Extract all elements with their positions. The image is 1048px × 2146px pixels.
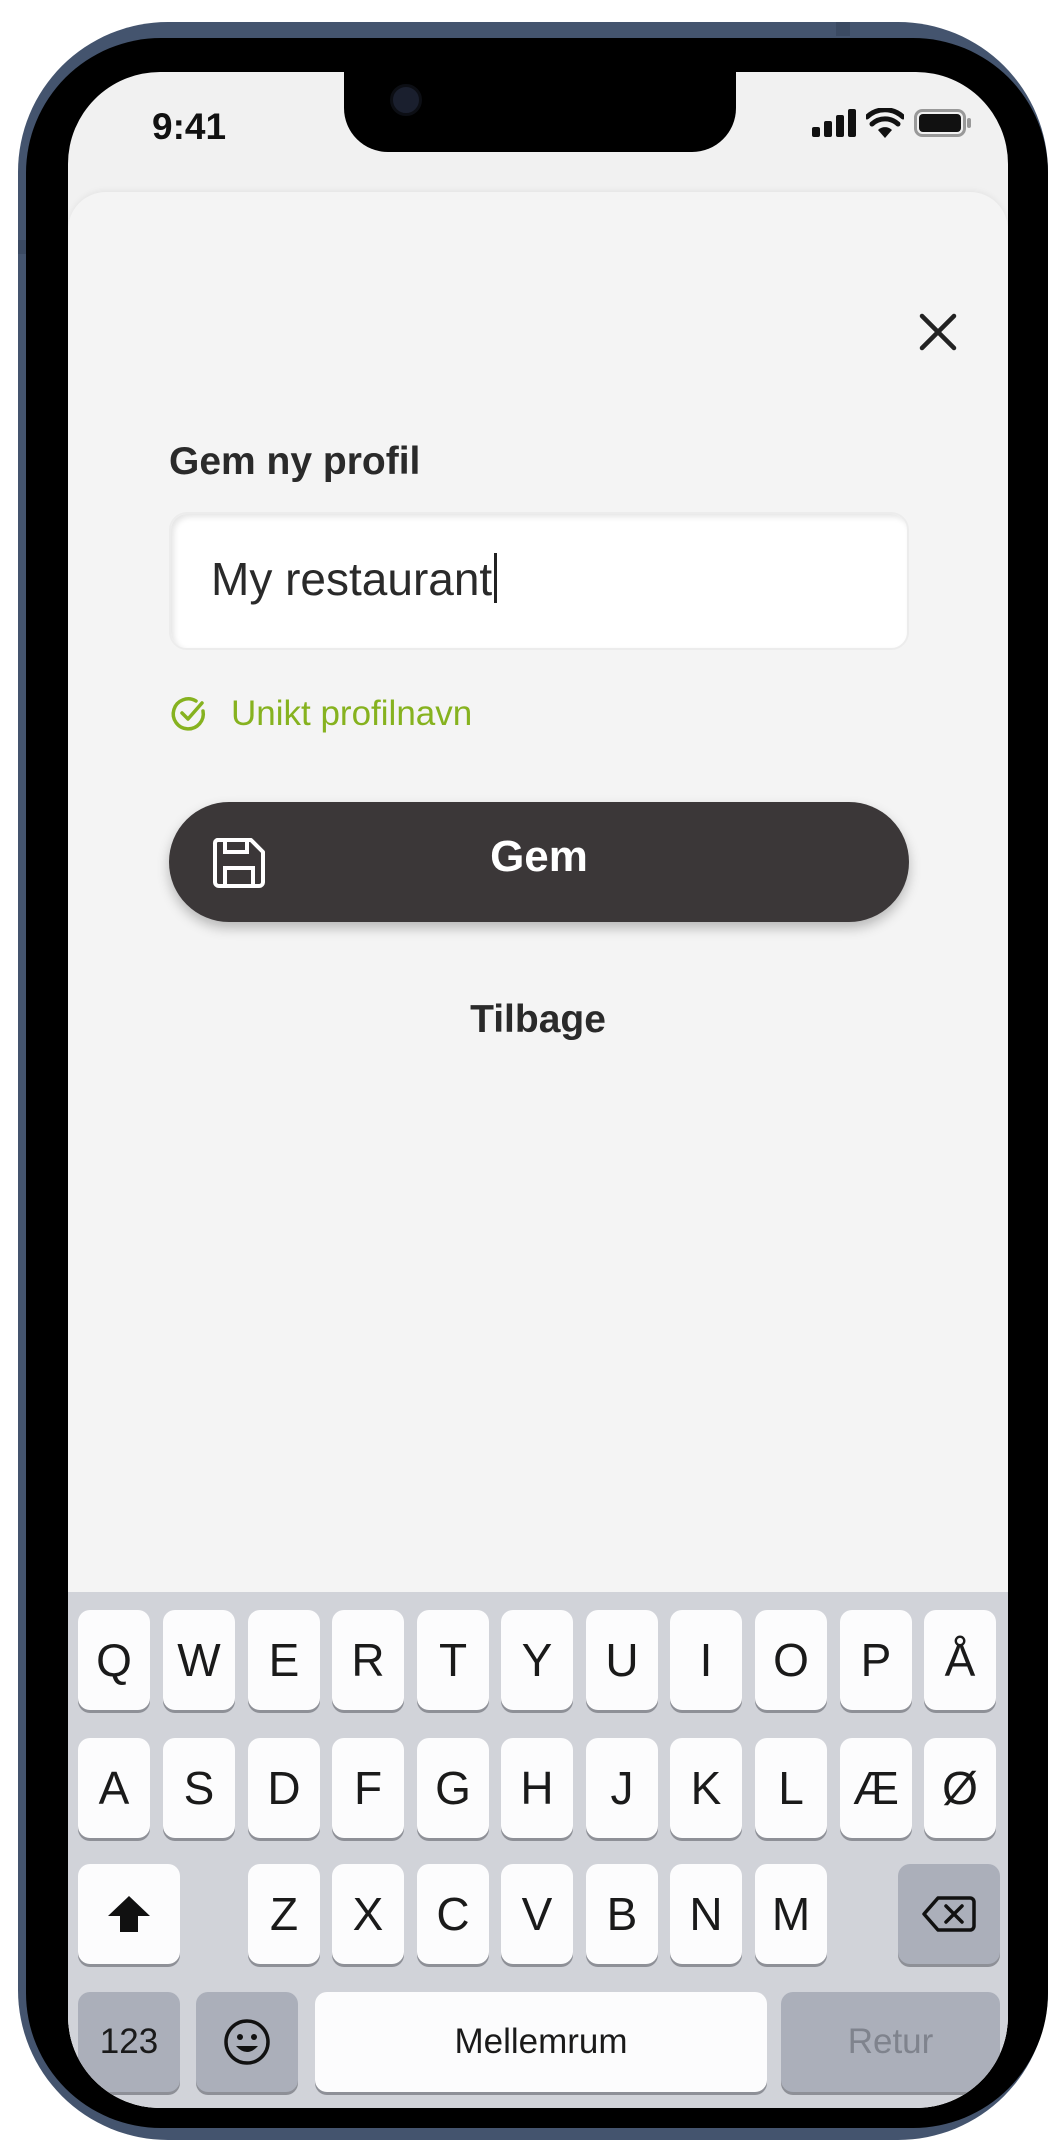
- device-side-button: [18, 240, 26, 254]
- device-side-button: [836, 22, 850, 36]
- back-link[interactable]: Tilbage: [68, 998, 1008, 1042]
- return-key[interactable]: Retur: [781, 1992, 1000, 2092]
- key[interactable]: Q: [78, 1610, 150, 1710]
- key[interactable]: E: [248, 1610, 320, 1710]
- wifi-icon: [866, 108, 904, 138]
- key[interactable]: M: [755, 1864, 827, 1964]
- key[interactable]: S: [163, 1738, 235, 1838]
- shift-key[interactable]: [78, 1864, 180, 1964]
- space-key[interactable]: Mellemrum: [315, 1992, 767, 2092]
- save-button[interactable]: Gem: [169, 802, 909, 922]
- battery-icon: [914, 109, 971, 137]
- backspace-key[interactable]: [898, 1864, 1000, 1964]
- key[interactable]: U: [586, 1610, 658, 1710]
- key[interactable]: J: [586, 1738, 658, 1838]
- onscreen-keyboard: Q W E R T Y U I O P Å A S D F G H J K L …: [68, 1592, 1008, 2108]
- key[interactable]: A: [78, 1738, 150, 1838]
- notch: [344, 72, 736, 152]
- sheet-title: Gem ny profil: [169, 440, 421, 483]
- key[interactable]: X: [332, 1864, 404, 1964]
- close-button[interactable]: [914, 308, 962, 356]
- key[interactable]: Å: [924, 1610, 996, 1710]
- key[interactable]: D: [248, 1738, 320, 1838]
- key[interactable]: Y: [501, 1610, 573, 1710]
- text-caret: [494, 553, 498, 603]
- validation-text: Unikt profilnavn: [231, 694, 473, 733]
- key[interactable]: I: [670, 1610, 742, 1710]
- key[interactable]: O: [755, 1610, 827, 1710]
- key[interactable]: L: [755, 1738, 827, 1838]
- key[interactable]: C: [417, 1864, 489, 1964]
- close-icon: [919, 313, 957, 351]
- emoji-key[interactable]: [196, 1992, 298, 2092]
- validation-message: Unikt profilnavn: [169, 694, 472, 734]
- key[interactable]: Æ: [840, 1738, 912, 1838]
- key[interactable]: N: [670, 1864, 742, 1964]
- key[interactable]: B: [586, 1864, 658, 1964]
- status-icons: [812, 108, 972, 138]
- front-camera: [390, 84, 422, 116]
- profile-name-input[interactable]: My restaurant: [169, 512, 909, 650]
- status-time: 9:41: [152, 106, 227, 147]
- phone-screen: 9:41 Gem ny profil My restaurant Unikt p…: [68, 72, 1008, 2108]
- key[interactable]: F: [332, 1738, 404, 1838]
- key[interactable]: T: [417, 1610, 489, 1710]
- key[interactable]: K: [670, 1738, 742, 1838]
- key[interactable]: G: [417, 1738, 489, 1838]
- numbers-key[interactable]: 123: [78, 1992, 180, 2092]
- shift-icon: [108, 1896, 150, 1932]
- emoji-icon: [224, 2019, 270, 2065]
- input-value-text: My restaurant: [211, 553, 493, 605]
- key[interactable]: P: [840, 1610, 912, 1710]
- key[interactable]: Ø: [924, 1738, 996, 1838]
- key[interactable]: V: [501, 1864, 573, 1964]
- key[interactable]: H: [501, 1738, 573, 1838]
- key[interactable]: W: [163, 1610, 235, 1710]
- save-button-label: Gem: [490, 832, 588, 881]
- key[interactable]: Z: [248, 1864, 320, 1964]
- check-circle-icon: [171, 697, 206, 731]
- backspace-icon: [922, 1896, 976, 1932]
- key[interactable]: R: [332, 1610, 404, 1710]
- profile-name-value: My restaurant: [211, 552, 498, 606]
- signal-icon: [812, 109, 856, 137]
